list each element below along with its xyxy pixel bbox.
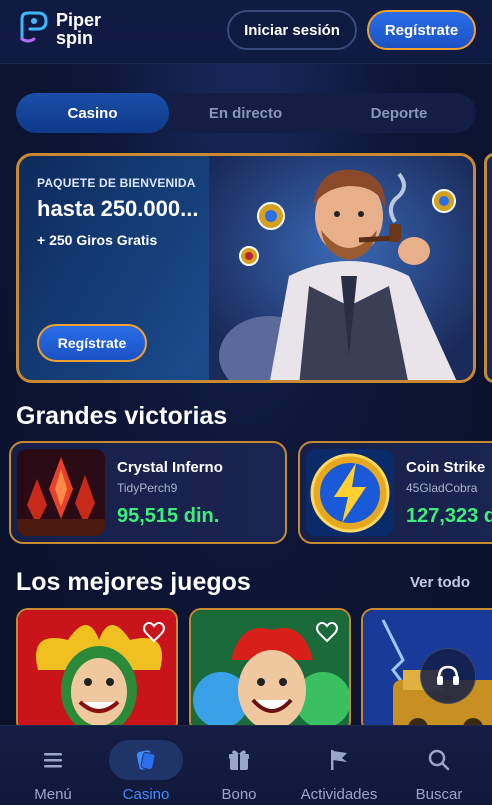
see-all-link[interactable]: Ver todo (410, 574, 470, 591)
banner-kicker: PAQUETE DE BIENVENIDA (37, 176, 196, 190)
casino-icon (136, 750, 156, 771)
win-game-name: Coin Strike (406, 459, 486, 476)
top-games-title: Los mejores juegos (16, 568, 251, 596)
favorite-heart-icon[interactable] (142, 620, 166, 644)
headset-icon (437, 665, 459, 685)
logo-text-line2: spin (56, 28, 94, 48)
register-button[interactable]: Regístrate (367, 10, 476, 50)
tab-deporte[interactable]: Deporte (322, 93, 476, 133)
win-username: 45GladCobra (406, 481, 478, 495)
header: Piper spin Iniciar sesión Regístrate (0, 0, 492, 64)
nav-label: Casino (122, 786, 170, 803)
banner-subtitle: + 250 Giros Gratis (37, 232, 158, 248)
support-chat-button[interactable] (420, 648, 476, 704)
welcome-banner[interactable]: PAQUETE DE BIENVENIDA hasta 250.000... +… (16, 153, 476, 383)
logo-icon (20, 11, 48, 43)
coin-strike-thumbnail (306, 449, 394, 536)
game-tile[interactable] (16, 608, 178, 733)
nav-label: Actividades (300, 786, 378, 803)
nav-label: Bono (221, 786, 257, 803)
nav-search[interactable]: Buscar (402, 726, 476, 805)
menu-icon (44, 753, 62, 768)
big-wins-title: Grandes victorias (16, 402, 228, 430)
crystal-inferno-thumbnail (17, 449, 105, 536)
banner-register-button[interactable]: Regístrate (37, 324, 147, 362)
banner-character-illustration (209, 156, 473, 380)
win-card[interactable]: Coin Strike 45GladCobra 127,323 din. (298, 441, 492, 544)
nav-label: Menú (34, 786, 72, 803)
gift-icon (229, 750, 249, 770)
nav-label: Buscar (415, 786, 463, 803)
win-amount: 95,515 din. (117, 505, 220, 527)
piperspin-logo[interactable]: Piper spin (14, 9, 114, 49)
nav-casino[interactable]: Casino (109, 726, 183, 805)
win-amount: 127,323 din. (406, 505, 492, 527)
win-username: TidyPerch9 (117, 481, 178, 495)
flag-icon (331, 750, 347, 770)
category-tabs: Casino En directo Deporte (16, 93, 476, 133)
tab-casino[interactable]: Casino (16, 93, 169, 133)
favorite-heart-icon[interactable] (315, 620, 339, 644)
tab-en-directo[interactable]: En directo (169, 93, 322, 133)
search-icon (428, 749, 450, 771)
nav-menu[interactable]: Menú (16, 726, 90, 805)
game-tile[interactable] (189, 608, 351, 733)
nav-bonus[interactable]: Bono (202, 726, 276, 805)
login-button[interactable]: Iniciar sesión (227, 10, 357, 50)
win-card[interactable]: Crystal Inferno TidyPerch9 95,515 din. (9, 441, 287, 544)
logo-text-line1: Piper (56, 10, 102, 30)
next-banner-peek[interactable] (484, 153, 492, 383)
banner-title: hasta 250.000... (37, 196, 199, 221)
bottom-navigation: Menú Casino Bono Actividades Buscar (0, 725, 492, 805)
win-game-name: Crystal Inferno (117, 459, 223, 476)
nav-activities[interactable]: Actividades (290, 726, 388, 805)
